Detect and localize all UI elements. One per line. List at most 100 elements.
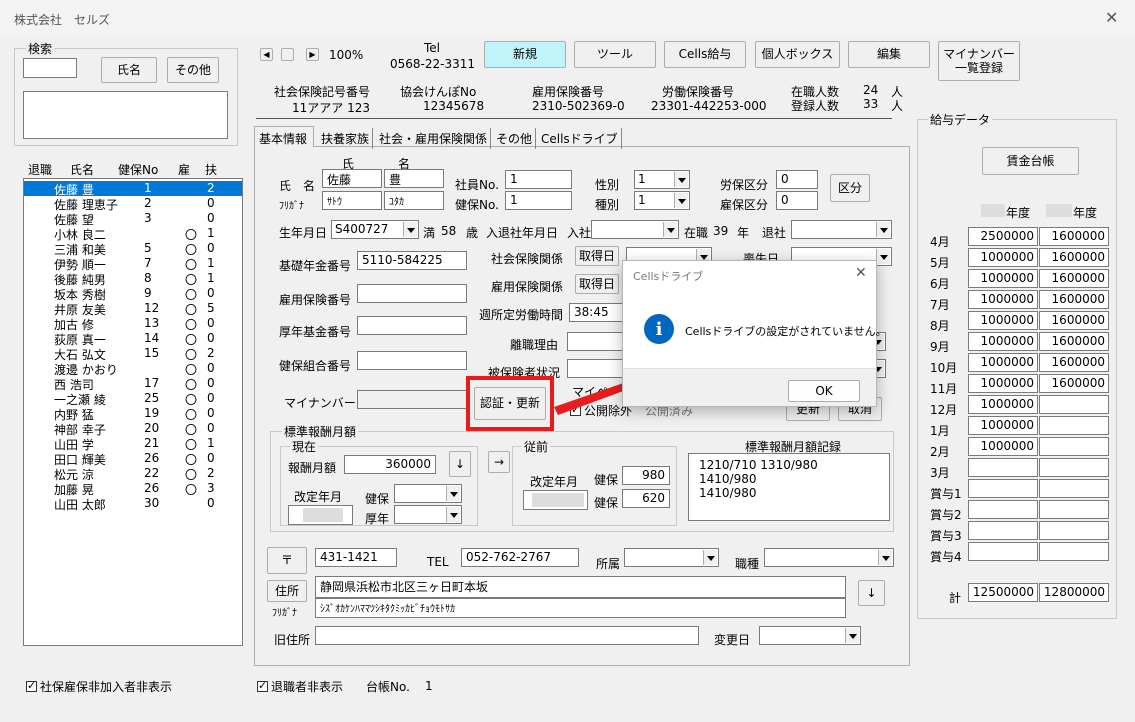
zip-button[interactable]: 〒 [267, 547, 307, 574]
salary-cell-b[interactable]: 1600000 [1039, 353, 1109, 372]
salary-cell-b[interactable] [1039, 458, 1109, 477]
address-kana-field[interactable]: ｼｽﾞｵｶｹﾝﾊﾏﾏﾂｼｷﾀｸﾐｯｶﾋﾞﾁｮｳﾓﾄｻｶ [315, 598, 846, 618]
salary-cell-b[interactable]: 1600000 [1039, 290, 1109, 309]
list-item[interactable]: 神部 幸子 20 〇 0 [24, 421, 242, 437]
list-item[interactable]: 佐藤 望30 [24, 211, 242, 227]
employee-list[interactable]: 佐藤 豊 1 2 佐藤 理恵子 2 0 佐藤 望 3 0 小林 良二〇 1 三浦 和美 5 〇 0 伊勢 順一… [23, 178, 243, 646]
salary-cell-a[interactable]: 1000000 [968, 395, 1038, 414]
tab-basic[interactable]: 基本情報 [254, 126, 314, 147]
salary-cell-a[interactable]: 1000000 [968, 290, 1038, 309]
revised-field[interactable] [288, 505, 353, 525]
list-item[interactable]: 田口 輝美 26 〇 0 [24, 451, 242, 467]
new-button[interactable]: 新規 [484, 41, 566, 68]
dialog-close-icon[interactable]: ✕ [855, 265, 867, 281]
salary-cell-b[interactable] [1039, 395, 1109, 414]
list-item[interactable]: 佐藤 豊12 [24, 181, 242, 197]
kosei-field[interactable] [357, 316, 467, 335]
salary-cell-a[interactable]: 1000000 [968, 416, 1038, 435]
search-results-box[interactable] [23, 91, 228, 139]
list-item[interactable]: 荻原 真一 14 〇 0 [24, 331, 242, 347]
list-item[interactable]: 大石 弘文 15 〇 2 [24, 346, 242, 362]
join-date-select[interactable] [591, 220, 679, 239]
salary-cell-b[interactable] [1039, 521, 1109, 540]
salary-cell-a[interactable]: 2500000 [968, 227, 1038, 246]
salary-cell-a[interactable]: 1000000 [968, 437, 1038, 456]
salary-cell-b[interactable]: 1600000 [1039, 269, 1109, 288]
job-select[interactable] [764, 548, 894, 567]
salary-cell-b[interactable]: 1600000 [1039, 374, 1109, 393]
sei-kana-field[interactable]: ｻﾄｳ [322, 191, 382, 210]
sei-field[interactable]: 佐藤 [322, 169, 382, 188]
list-item[interactable]: 加古 修 13 〇 0 [24, 316, 242, 332]
nav-next-icon[interactable]: ▶ [306, 48, 319, 61]
mynumber-register-button[interactable]: マイナンバー 一覧登録 [938, 41, 1020, 81]
salary-cell-b[interactable] [1039, 500, 1109, 519]
mei-field[interactable]: 豊 [384, 169, 444, 188]
tel-field[interactable]: 052-762-2767 [461, 548, 579, 567]
nav-prev-icon[interactable]: ◀ [260, 48, 273, 61]
old-address-field[interactable] [315, 626, 699, 645]
mei-kana-field[interactable]: ﾕﾀｶ [384, 191, 444, 210]
salary-cell-b[interactable] [1039, 416, 1109, 435]
type-select[interactable]: 1 [634, 191, 690, 210]
edit-button[interactable]: 編集 [848, 41, 930, 68]
salary-cell-a[interactable]: 1000000 [968, 248, 1038, 267]
weekly-field[interactable]: 38:45 [569, 303, 629, 322]
list-item[interactable]: 後藤 純男 8 〇 1 [24, 271, 242, 287]
list-item[interactable]: 三浦 和美 5 〇 0 [24, 241, 242, 257]
tool-button[interactable]: ツール [574, 41, 656, 68]
list-item[interactable]: 内野 猛 19 〇 0 [24, 406, 242, 422]
salary-cell-a[interactable] [968, 542, 1038, 561]
list-item[interactable]: 松元 涼 22 〇 2 [24, 466, 242, 482]
current-kenpo-select[interactable] [394, 484, 462, 503]
list-item[interactable]: 伊勢 順一 7 〇 1 [24, 256, 242, 272]
emp-no-field[interactable]: 1 [505, 170, 572, 189]
personal-box-button[interactable]: 個人ボックス [755, 41, 840, 68]
tab-family[interactable]: 扶養家族 [318, 128, 374, 149]
prev-kosei-field[interactable]: 620 [622, 489, 670, 508]
salary-cell-a[interactable]: 1000000 [968, 374, 1038, 393]
pension-field[interactable]: 5110-584225 [357, 251, 467, 270]
koyo-kubun-field[interactable]: 0 [776, 191, 818, 210]
salary-cell-a[interactable]: 1000000 [968, 311, 1038, 330]
mynumber-field[interactable] [357, 390, 467, 409]
salary-cell-b[interactable]: 1600000 [1039, 311, 1109, 330]
monthly-field[interactable]: 360000 [344, 455, 436, 474]
kumiai-field[interactable] [357, 351, 467, 370]
kubun-button[interactable]: 区分 [830, 174, 870, 202]
shaho-acquire-button[interactable]: 取得日 [575, 246, 619, 266]
address-field[interactable]: 静岡県浜松市北区三ヶ日町本坂 [315, 576, 846, 598]
list-item[interactable]: 山田 学 21 〇 1 [24, 436, 242, 452]
sex-select[interactable]: 1 [634, 170, 690, 189]
search-name-button[interactable]: 氏名 [101, 57, 157, 83]
rodo-kubun-field[interactable]: 0 [776, 170, 818, 189]
salary-cell-b[interactable] [1039, 437, 1109, 456]
list-item[interactable]: 井原 友美 12 〇 5 [24, 301, 242, 317]
list-item[interactable]: 佐藤 理恵子 2 0 [24, 196, 242, 212]
kenpo-no-field[interactable]: 1 [505, 191, 572, 210]
address-down-arrow-icon[interactable]: ↓ [858, 580, 885, 606]
salary-cell-b[interactable] [1039, 479, 1109, 498]
change-date-select[interactable] [759, 626, 861, 645]
salary-cell-a[interactable] [968, 479, 1038, 498]
salary-cell-a[interactable]: 1000000 [968, 332, 1038, 351]
koyo-no-field[interactable] [357, 284, 467, 303]
salary-cell-b[interactable]: 1600000 [1039, 332, 1109, 351]
retire-date-select[interactable] [791, 220, 892, 239]
address-button[interactable]: 住所 [267, 580, 307, 602]
list-item[interactable]: 西 浩司 17 〇 0 [24, 376, 242, 392]
list-item[interactable]: 渡邊 かおり〇 0 [24, 361, 242, 377]
prev-revised-field[interactable] [523, 490, 588, 510]
search-other-button[interactable]: その他 [167, 57, 219, 83]
history-box[interactable]: 1210/710 1310/980 1410/980 1410/980 [688, 453, 890, 521]
list-item[interactable]: 加藤 晃 26 〇 3 [24, 481, 242, 497]
salary-cell-a[interactable] [968, 458, 1038, 477]
copy-right-arrow-icon[interactable]: → [488, 451, 510, 473]
list-item[interactable]: 小林 良二〇 1 [24, 226, 242, 242]
koyo-acquire-button[interactable]: 取得日 [575, 274, 619, 294]
current-kosei-select[interactable] [394, 505, 462, 524]
hide-retired-checkbox[interactable]: 退職者非表示 [257, 678, 343, 695]
salary-cell-b[interactable]: 1600000 [1039, 248, 1109, 267]
auth-update-button[interactable]: 認証・更新 [474, 387, 546, 420]
tab-cells-drive[interactable]: Cellsドライブ [538, 128, 622, 149]
